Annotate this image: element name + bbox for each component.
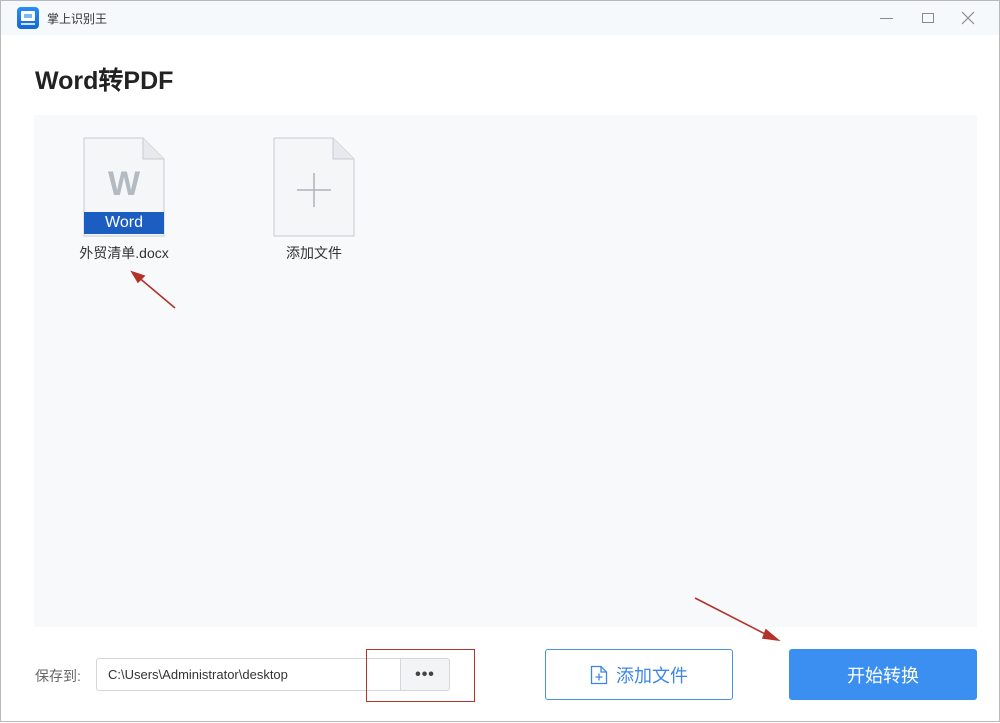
app-window: 掌上识别王 Word转PDF W Word 外贸清单.docx 添加文件 保存到… (0, 0, 1000, 722)
annotation-arrows (130, 270, 781, 642)
arrow-to-file-icon (136, 275, 176, 309)
arrow-to-start-button-icon (694, 597, 772, 638)
arrowhead-start-button-icon (761, 628, 781, 642)
